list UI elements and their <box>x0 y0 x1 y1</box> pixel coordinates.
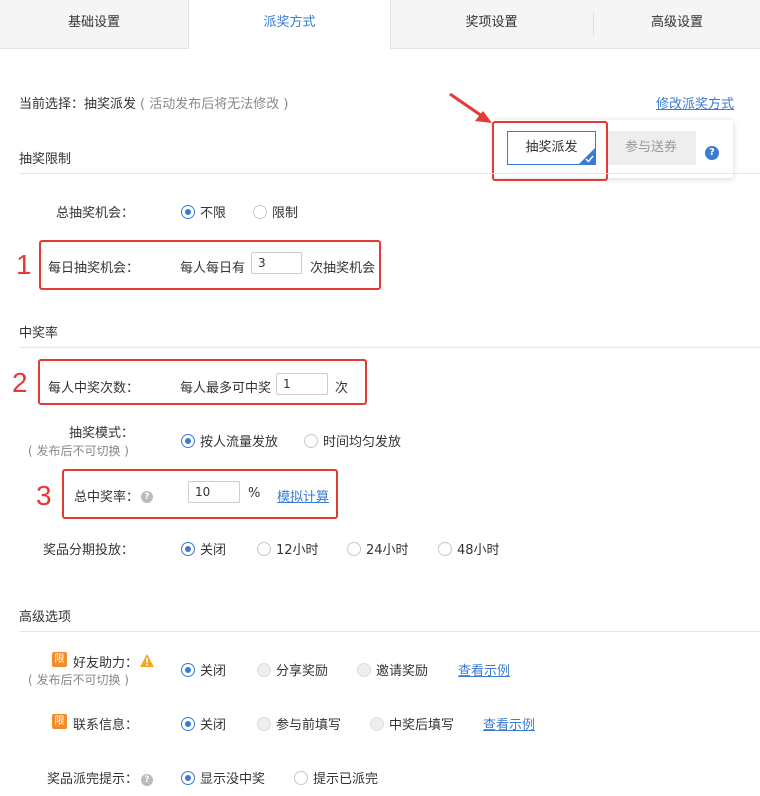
friend-help-sub-note: ( 发布后不可切换 ) <box>28 673 129 687</box>
radio-disabled-icon <box>357 662 371 677</box>
contact-example-link[interactable]: 查看示例 <box>483 714 535 733</box>
radio-unchecked-icon <box>253 204 267 219</box>
radio-label: 限制 <box>272 206 299 221</box>
limited-badge-icon: 限 <box>52 713 67 729</box>
radio-unchecked-icon <box>294 770 308 785</box>
radio-label: 24小时 <box>366 543 409 558</box>
radio-unchecked-icon <box>257 541 271 556</box>
radio-label: 不限 <box>200 206 227 221</box>
radio-friend-off[interactable]: 关闭 <box>181 660 226 679</box>
mode-label: 抽奖模式： <box>68 426 134 441</box>
radio-label: 关闭 <box>200 664 227 679</box>
warning-icon <box>140 654 154 667</box>
radio-label: 提示已派完 <box>313 772 379 787</box>
total-rate-help-icon[interactable]: ? <box>141 488 153 503</box>
radio-checked-icon <box>181 770 195 785</box>
annotation-number-1: 1 <box>16 249 32 280</box>
simulate-calc-link[interactable]: 模拟计算 <box>277 486 329 505</box>
annotation-number-2: 2 <box>12 367 28 398</box>
radio-checked-icon <box>181 433 195 448</box>
daily-chance-input[interactable] <box>251 252 302 274</box>
radio-contact-after[interactable]: 中奖后填写 <box>370 714 454 733</box>
radio-label: 按人流量发放 <box>200 435 279 450</box>
radio-depleted-show-none[interactable]: 显示没中奖 <box>181 768 265 787</box>
annotation-box-popup <box>492 121 608 181</box>
radio-depleted-show-done[interactable]: 提示已派完 <box>294 768 378 787</box>
current-selection: 当前选择：抽奖派发( 活动发布后将无法修改 ) <box>19 93 288 112</box>
divider <box>19 173 760 174</box>
tab-bar: 基础设置 派奖方式 奖项设置 高级设置 <box>0 0 760 49</box>
radio-label: 显示没中奖 <box>200 772 266 787</box>
radio-staged-12h[interactable]: 12小时 <box>257 539 319 558</box>
radio-checked-icon <box>181 541 195 556</box>
tab-prize-distribution[interactable]: 派奖方式 <box>188 0 391 49</box>
radio-label: 参与前填写 <box>276 718 342 733</box>
contact-label: 联系信息： <box>73 718 139 733</box>
win-times-prefix: 每人最多可中奖 <box>180 381 272 396</box>
depleted-help-icon[interactable]: ? <box>141 771 153 786</box>
radio-mode-traffic[interactable]: 按人流量发放 <box>181 431 278 450</box>
annotation-arrow-icon <box>449 92 492 123</box>
total-rate-label: 总中奖率： <box>74 490 140 505</box>
total-chance-label: 总抽奖机会： <box>55 206 134 221</box>
radio-disabled-icon <box>370 716 384 731</box>
current-selection-value: 抽奖派发 <box>84 97 137 112</box>
tab-basic-settings[interactable]: 基础设置 <box>0 0 188 48</box>
radio-unchecked-icon <box>304 433 318 448</box>
current-selection-label: 当前选择： <box>19 97 85 112</box>
radio-label: 邀请奖励 <box>376 664 429 679</box>
radio-checked-icon <box>181 716 195 731</box>
annotation-number-3: 3 <box>36 480 52 511</box>
radio-friend-invite[interactable]: 邀请奖励 <box>357 660 428 679</box>
divider <box>19 631 760 632</box>
current-selection-note: ( 活动发布后将无法修改 ) <box>140 97 289 112</box>
divider <box>19 347 760 348</box>
daily-chance-suffix: 次抽奖机会 <box>310 261 376 276</box>
radio-disabled-icon <box>257 662 271 677</box>
radio-mode-time[interactable]: 时间均匀发放 <box>304 431 401 450</box>
win-times-suffix: 次 <box>335 381 349 396</box>
radio-label: 中奖后填写 <box>389 718 455 733</box>
win-times-label: 每人中奖次数： <box>48 381 140 396</box>
radio-unchecked-icon <box>347 541 361 556</box>
radio-staged-off[interactable]: 关闭 <box>181 539 226 558</box>
friend-help-example-link[interactable]: 查看示例 <box>458 660 510 679</box>
radio-total-unlimited[interactable]: 不限 <box>181 202 226 221</box>
help-icon[interactable]: ? <box>705 144 719 160</box>
limited-badge-icon: 限 <box>52 651 67 667</box>
tab-advanced-settings[interactable]: 高级设置 <box>594 0 760 48</box>
radio-label: 关闭 <box>200 543 227 558</box>
option-coupon-button[interactable]: 参与送券 <box>606 131 696 165</box>
radio-label: 分享奖励 <box>276 664 329 679</box>
staged-label: 奖品分期投放： <box>42 543 134 558</box>
radio-staged-24h[interactable]: 24小时 <box>347 539 409 558</box>
radio-label: 48小时 <box>457 543 500 558</box>
radio-contact-off[interactable]: 关闭 <box>181 714 226 733</box>
section-title-limit: 抽奖限制 <box>19 152 72 167</box>
option-coupon-label: 参与送券 <box>624 140 677 155</box>
radio-friend-share[interactable]: 分享奖励 <box>257 660 328 679</box>
radio-disabled-icon <box>257 716 271 731</box>
tab-prize-settings[interactable]: 奖项设置 <box>390 0 593 48</box>
friend-help-label: 好友助力： <box>73 656 139 671</box>
total-rate-unit: % <box>248 486 261 501</box>
radio-staged-48h[interactable]: 48小时 <box>438 539 500 558</box>
radio-label: 时间均匀发放 <box>323 435 402 450</box>
radio-unchecked-icon <box>438 541 452 556</box>
radio-label: 关闭 <box>200 718 227 733</box>
radio-checked-icon <box>181 204 195 219</box>
depleted-label: 奖品派完提示： <box>47 772 139 787</box>
radio-label: 12小时 <box>276 543 319 558</box>
win-times-input[interactable] <box>276 373 328 395</box>
modify-distribution-link[interactable]: 修改派奖方式 <box>656 93 734 112</box>
radio-total-limited[interactable]: 限制 <box>253 202 298 221</box>
section-title-advanced: 高级选项 <box>19 610 72 625</box>
radio-contact-before[interactable]: 参与前填写 <box>257 714 341 733</box>
daily-chance-label: 每日抽奖机会： <box>48 261 140 276</box>
section-title-rate: 中奖率 <box>19 326 59 341</box>
radio-checked-icon <box>181 662 195 677</box>
total-rate-input[interactable] <box>188 481 240 503</box>
daily-chance-prefix: 每人每日有 <box>180 261 246 276</box>
mode-sub-note: ( 发布后不可切换 ) <box>28 444 129 458</box>
